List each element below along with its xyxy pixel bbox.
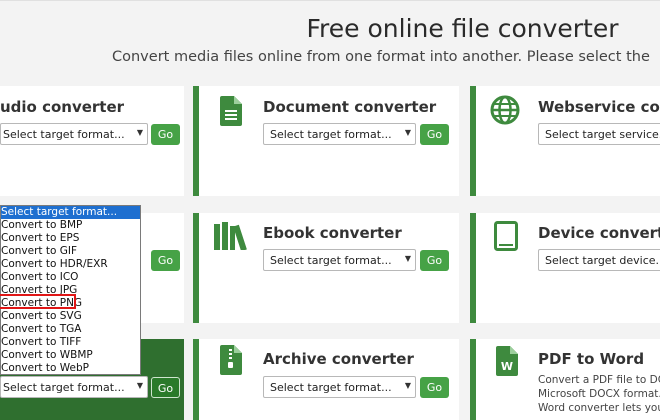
ebook-go-button[interactable]: Go [420, 250, 449, 271]
device-converter-title: Device converter [538, 224, 660, 242]
chevron-down-icon: ▼ [404, 381, 411, 390]
page-subtitle: Convert media files online from one form… [112, 49, 650, 65]
document-format-select[interactable]: Select target format... ▼ [263, 123, 416, 145]
document-icon [220, 96, 242, 126]
pdf-to-word-title: PDF to Word [538, 350, 645, 368]
audio-go-button[interactable]: Go [151, 124, 180, 145]
ebook-converter-title: Ebook converter [263, 224, 402, 242]
device-select[interactable]: Select target device... [538, 249, 660, 271]
video-go-button[interactable]: Go [151, 377, 180, 398]
dropdown-option[interactable]: Convert to HDR/EXR [1, 258, 140, 271]
webservice-converter-title: Webservice conve [538, 98, 660, 116]
webservice-converter-card: Webservice conve Select target service..… [470, 86, 660, 196]
audio-format-select[interactable]: Select target format... ▼ [0, 123, 148, 145]
image-go-button[interactable]: Go [151, 250, 180, 271]
dropdown-option[interactable]: Convert to EPS [1, 232, 140, 245]
archive-converter-title: Archive converter [263, 350, 414, 368]
dropdown-option[interactable]: Convert to ICO [1, 271, 140, 284]
chevron-down-icon: ▼ [136, 128, 143, 137]
dropdown-option[interactable]: Convert to WBMP [1, 349, 140, 362]
audio-converter-title: udio converter [0, 98, 125, 116]
description-line: Convert a PDF file to DOC [538, 374, 660, 386]
page-title: Free online file converter [306, 14, 619, 43]
image-format-dropdown-list[interactable]: Select target format... Convert to BMP C… [0, 205, 141, 375]
pdf-to-word-card: W PDF to Word Convert a PDF file to DOC … [470, 339, 660, 420]
document-converter-card: Document converter Select target format.… [193, 86, 459, 196]
word-document-icon: W [496, 346, 518, 376]
ebook-select-label: Select target format... [270, 254, 392, 267]
dropdown-option[interactable]: Convert to SVG [1, 310, 140, 323]
pdf-to-word-description: Convert a PDF file to DOC Microsoft DOCX… [538, 373, 660, 415]
device-select-label: Select target device... [545, 254, 660, 267]
ebook-format-select[interactable]: Select target format... ▼ [263, 249, 416, 271]
dropdown-option[interactable]: Convert to TGA [1, 323, 140, 336]
document-select-label: Select target format... [270, 128, 392, 141]
svg-text:W: W [501, 360, 513, 373]
webservice-select[interactable]: Select target service... [538, 123, 660, 145]
ebook-converter-card: Ebook converter Select target format... … [193, 213, 459, 323]
dropdown-option[interactable]: Convert to BMP [1, 219, 140, 232]
description-line: Word converter lets you [538, 402, 660, 414]
document-go-button[interactable]: Go [420, 124, 449, 145]
description-line: Microsoft DOCX format. Y [538, 388, 660, 400]
video-select-label: Select target format... [3, 381, 125, 394]
dropdown-option[interactable]: Convert to TIFF [1, 336, 140, 349]
device-converter-card: Device converter Select target device... [470, 213, 660, 323]
dropdown-option[interactable]: Select target format... [1, 206, 140, 219]
archive-format-select[interactable]: Select target format... ▼ [263, 376, 416, 398]
document-converter-title: Document converter [263, 98, 437, 116]
audio-converter-card: udio converter Select target format... ▼… [0, 86, 184, 196]
dropdown-option[interactable]: Convert to WebP [1, 362, 140, 374]
archive-go-button[interactable]: Go [420, 377, 449, 398]
video-format-select[interactable]: Select target format... ▼ [0, 376, 148, 398]
chevron-down-icon: ▼ [404, 128, 411, 137]
dropdown-option[interactable]: Convert to GIF [1, 245, 140, 258]
archive-file-icon [220, 345, 242, 375]
audio-select-label: Select target format... [3, 128, 125, 141]
chevron-down-icon: ▼ [404, 254, 411, 263]
tablet-icon [494, 221, 518, 251]
top-divider [0, 0, 660, 1]
archive-converter-card: Archive converter Select target format..… [193, 339, 459, 420]
chevron-down-icon: ▼ [136, 381, 143, 390]
webservice-select-label: Select target service... [545, 128, 660, 141]
archive-select-label: Select target format... [270, 381, 392, 394]
globe-icon [490, 95, 520, 125]
books-icon [214, 222, 247, 250]
png-option-highlight [0, 294, 76, 309]
